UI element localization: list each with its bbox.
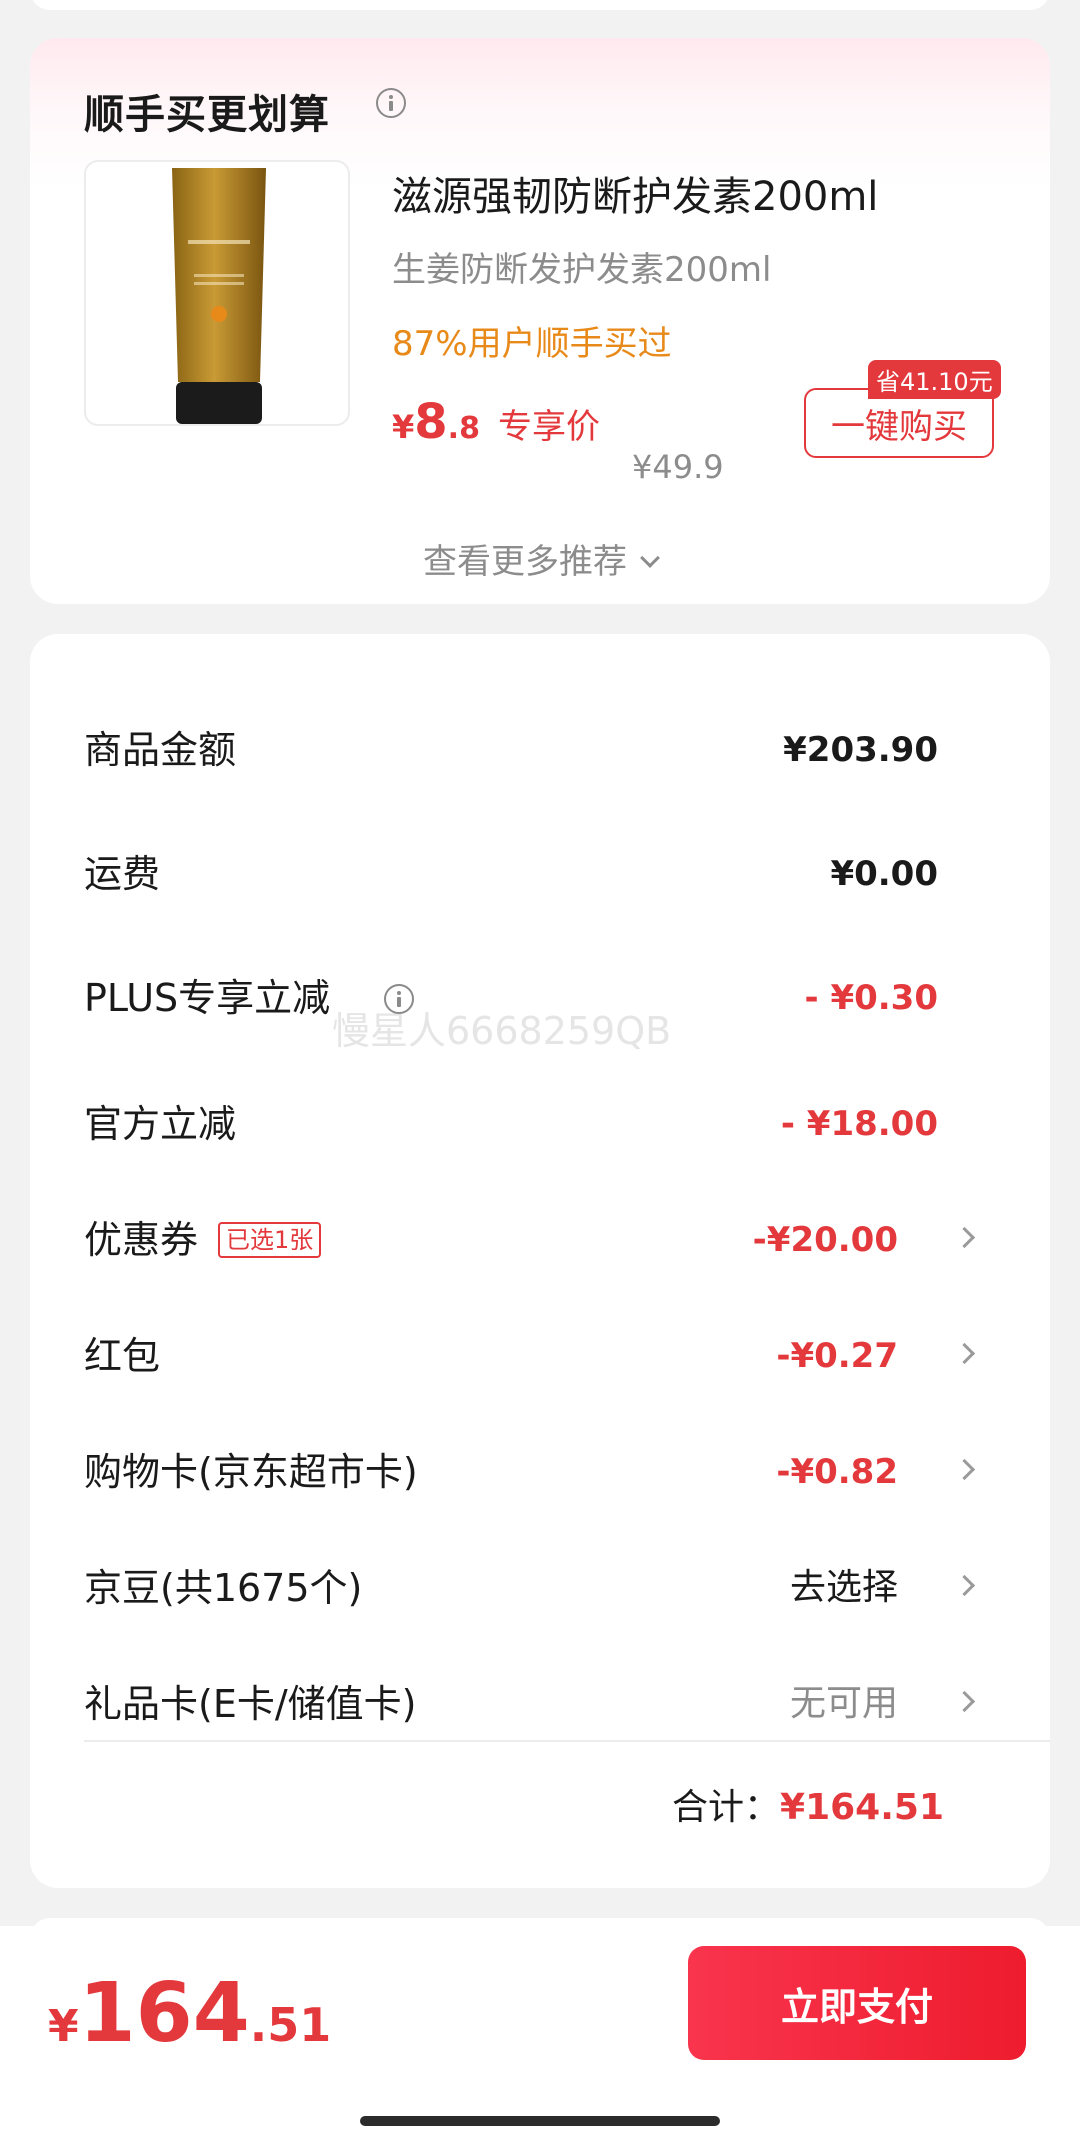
total-label: 合计：	[672, 1787, 781, 1828]
row-label: 运费	[84, 852, 161, 896]
price-symbol: ¥	[392, 408, 415, 446]
more-recommendations-link[interactable]: 查看更多推荐	[30, 534, 1050, 583]
info-icon[interactable]	[376, 88, 406, 118]
row-label: 京豆(共1675个)	[84, 1566, 363, 1610]
original-price: ¥49.9	[632, 448, 724, 486]
summary-row-shopping-card[interactable]: 购物卡(京东超市卡) -¥0.82	[84, 1442, 996, 1502]
summary-row-red-packet[interactable]: 红包 -¥0.27	[84, 1326, 996, 1386]
row-value: ¥203.90	[783, 730, 938, 770]
summary-row-official-discount: 官方立减 - ¥18.00	[84, 1094, 996, 1154]
pay-symbol: ¥	[48, 2001, 79, 2052]
row-value: - ¥0.30	[804, 978, 939, 1018]
row-value: 去选择	[789, 1567, 898, 1608]
row-label: 红包	[84, 1334, 161, 1378]
row-label: 官方立减	[84, 1102, 237, 1146]
pay-integer: 164	[78, 1966, 250, 2061]
product-price: ¥8.8 专享价	[392, 394, 600, 450]
row-label: 优惠券	[84, 1218, 199, 1262]
recommend-title: 顺手买更划算	[84, 92, 330, 138]
previous-card-edge	[30, 0, 1050, 10]
price-tag: 专享价	[497, 407, 600, 447]
summary-row-jd-beans[interactable]: 京豆(共1675个) 去选择	[84, 1558, 996, 1618]
chevron-right-icon	[953, 1342, 976, 1365]
product-name[interactable]: 滋源强韧防断护发素200ml	[392, 164, 878, 222]
chevron-right-icon	[953, 1574, 976, 1597]
row-label: 商品金额	[84, 728, 237, 772]
coupon-selected-tag: 已选1张	[218, 1222, 322, 1258]
row-value: -¥20.00	[752, 1220, 898, 1260]
price-integer: 8	[414, 394, 448, 450]
row-label: 礼品卡(E卡/储值卡)	[84, 1682, 417, 1726]
summary-row-gift-card[interactable]: 礼品卡(E卡/储值卡) 无可用	[84, 1674, 996, 1734]
conditioner-tube-image	[172, 168, 266, 424]
pay-now-button[interactable]: 立即支付	[688, 1946, 1026, 2060]
chevron-right-icon	[953, 1458, 976, 1481]
product-hint: 87%用户顺手买过	[392, 324, 672, 364]
divider	[84, 1740, 1050, 1742]
price-summary-card: 商品金额 ¥203.90 运费 ¥0.00 PLUS专享立减 - ¥0.30 官…	[30, 634, 1050, 1888]
product-image[interactable]	[84, 160, 350, 426]
summary-row-shipping: 运费 ¥0.00	[84, 844, 996, 904]
total-row: 合计：¥164.51	[672, 1778, 944, 1830]
row-value: -¥0.27	[776, 1336, 898, 1376]
row-value: - ¥18.00	[780, 1104, 938, 1144]
price-decimal: .8	[447, 411, 480, 446]
row-value: -¥0.82	[776, 1452, 898, 1492]
checkout-bar: ¥164.51 立即支付	[0, 1926, 1080, 2143]
pay-decimal: .51	[249, 1998, 332, 2052]
row-label: PLUS专享立减	[84, 976, 331, 1020]
recommend-card: 顺手买更划算 滋源强韧防断护发素200ml 生姜防断发护发素200ml 87%用…	[30, 38, 1050, 604]
home-indicator[interactable]	[360, 2116, 720, 2126]
summary-row-goods-amount: 商品金额 ¥203.90	[84, 720, 996, 780]
chevron-down-icon	[640, 548, 660, 568]
row-value: ¥0.00	[830, 854, 938, 894]
pay-total: ¥164.51	[48, 1966, 331, 2061]
total-value: ¥164.51	[780, 1787, 944, 1828]
watermark: 慢星人6668259QB	[332, 1009, 672, 1053]
chevron-right-icon	[953, 1226, 976, 1249]
row-label: 购物卡(京东超市卡)	[84, 1450, 418, 1494]
more-recommendations-label: 查看更多推荐	[423, 542, 627, 582]
chevron-right-icon	[953, 1690, 976, 1713]
summary-row-coupon[interactable]: 优惠券 已选1张 -¥20.00	[84, 1210, 996, 1270]
row-value: 无可用	[789, 1683, 898, 1724]
save-badge: 省41.10元	[868, 360, 1001, 399]
product-subtitle: 生姜防断发护发素200ml	[392, 250, 772, 290]
